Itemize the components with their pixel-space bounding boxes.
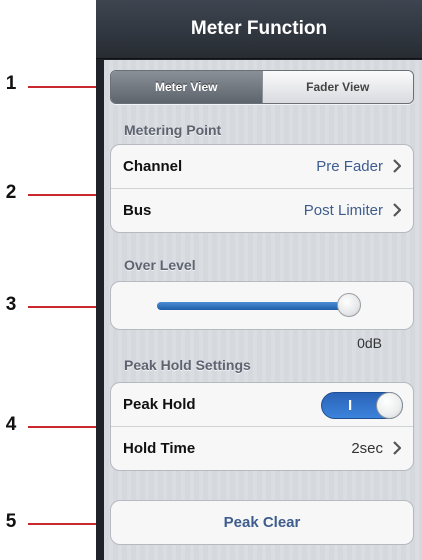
row-label: Peak Hold (123, 396, 196, 413)
slider-thumb[interactable] (337, 293, 362, 317)
fader-view-segment[interactable]: Fader View (261, 71, 413, 103)
window-title: Meter Function (190, 18, 328, 39)
over-level-value: 0dB (357, 335, 382, 351)
chevron-right-icon (393, 441, 401, 455)
callout-number: 5 (5, 511, 17, 532)
row-label: Channel (123, 158, 183, 175)
callout-number: 3 (5, 294, 17, 315)
callout-number: 2 (5, 182, 17, 203)
title-bar: Meter Function (96, 0, 422, 59)
bus-row[interactable]: Bus Post Limiter (111, 188, 413, 232)
callout-number: 1 (5, 73, 17, 94)
device-screen: Meter Function Meter View Fader View Met… (96, 0, 422, 560)
settings-panel: Meter View Fader View Metering Point Cha… (104, 60, 422, 560)
chevron-right-icon (393, 203, 401, 217)
toggle-knob (376, 392, 403, 419)
metering-point-header: Metering Point (124, 122, 222, 138)
over-level-slider[interactable] (157, 293, 362, 317)
row-value: 2sec (351, 440, 383, 457)
over-level-header: Over Level (124, 257, 196, 273)
metering-point-group: Channel Pre Fader Bus Post Limiter (110, 144, 414, 233)
peak-clear-button[interactable]: Peak Clear (110, 500, 414, 545)
peak-hold-row: Peak Hold I (111, 383, 413, 426)
toggle-on-mark: I (348, 397, 353, 414)
over-level-group (110, 281, 414, 330)
row-label: Hold Time (123, 440, 196, 457)
chevron-right-icon (393, 159, 401, 173)
hold-time-row[interactable]: Hold Time 2sec (111, 426, 413, 470)
view-segmented-control: Meter View Fader View (110, 70, 414, 104)
slider-fill (157, 302, 350, 310)
row-value: Post Limiter (303, 202, 383, 219)
row-value: Pre Fader (316, 158, 383, 175)
meter-view-segment[interactable]: Meter View (111, 71, 262, 103)
channel-row[interactable]: Channel Pre Fader (111, 145, 413, 188)
peak-hold-settings-header: Peak Hold Settings (124, 357, 251, 373)
peak-hold-toggle[interactable]: I (321, 392, 403, 419)
callout-number: 4 (5, 414, 17, 435)
row-label: Bus (123, 202, 152, 219)
peak-hold-group: Peak Hold I Hold Time 2sec (110, 382, 414, 471)
